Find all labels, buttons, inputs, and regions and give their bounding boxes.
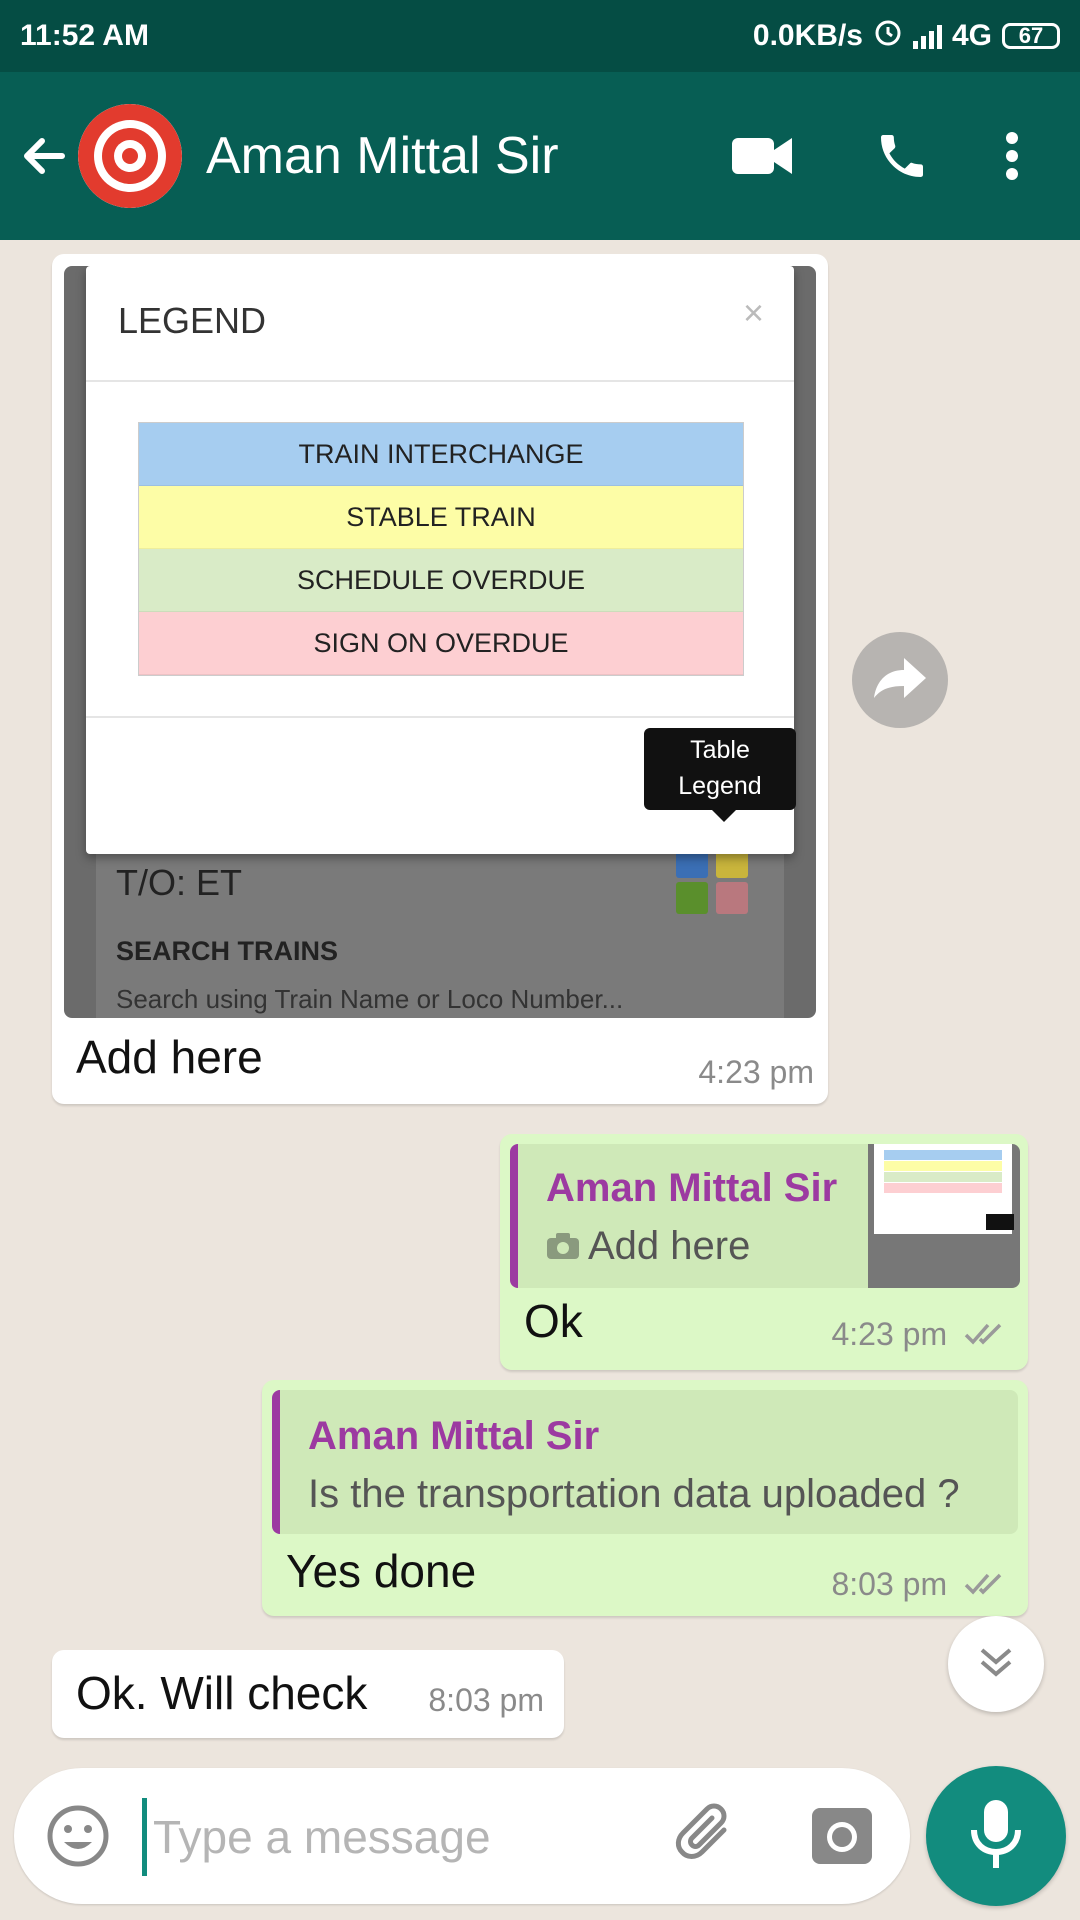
divider — [86, 380, 794, 382]
legend-table: TRAIN INTERCHANGE STABLE TRAIN SCHEDULE … — [138, 422, 744, 676]
forward-icon — [872, 656, 928, 705]
camera-icon[interactable] — [810, 1804, 874, 1873]
quote-thumbnail — [868, 1144, 1020, 1288]
attachment-icon[interactable] — [674, 1802, 744, 1877]
shared-image[interactable]: T/O: ET SEARCH TRAINS Search using Train… — [64, 266, 816, 1018]
outgoing-message[interactable]: Aman Mittal Sir Add here Ok 4:23 pm — [500, 1134, 1028, 1370]
quote-text: Add here — [588, 1224, 751, 1268]
message-text: Yes done — [286, 1545, 477, 1597]
back-arrow-icon[interactable] — [18, 130, 70, 182]
quoted-message[interactable]: Aman Mittal Sir Add here — [510, 1144, 1020, 1288]
double-check-icon — [964, 1318, 1008, 1355]
message-time: 4:23 pm — [831, 1316, 1008, 1355]
message-time-label: 4:23 pm — [831, 1316, 948, 1352]
alarm-icon — [873, 17, 903, 55]
message-time-label: 8:03 pm — [831, 1566, 948, 1602]
status-time: 11:52 AM — [20, 19, 149, 52]
double-check-icon — [964, 1568, 1008, 1605]
outgoing-message[interactable]: Aman Mittal Sir Is the transportation da… — [262, 1380, 1028, 1616]
chat-area[interactable]: T/O: ET SEARCH TRAINS Search using Train… — [0, 240, 1080, 1760]
tooltip-line: Legend — [678, 772, 762, 800]
status-bar: 11:52 AM 0.0KB/s 4G 67 — [0, 0, 1080, 72]
video-call-icon[interactable] — [712, 134, 812, 178]
quoted-message[interactable]: Aman Mittal Sir Is the transportation da… — [272, 1390, 1018, 1534]
network-type: 4G — [951, 19, 992, 52]
quote-text: Is the transportation data uploaded ? — [308, 1472, 960, 1516]
color-squares — [670, 846, 756, 918]
incoming-image-message[interactable]: T/O: ET SEARCH TRAINS Search using Train… — [52, 254, 828, 1104]
status-indicators: 0.0KB/s 4G 67 — [753, 17, 1060, 55]
camera-icon — [546, 1232, 580, 1265]
legend-row: SIGN ON OVERDUE — [139, 612, 743, 675]
tooltip-line: Table — [690, 736, 750, 764]
message-composer — [14, 1768, 910, 1904]
contact-name[interactable]: Aman Mittal Sir — [206, 126, 712, 186]
chat-header: Aman Mittal Sir — [0, 72, 1080, 240]
battery-icon: 67 — [1002, 23, 1060, 49]
image-search-label: SEARCH TRAINS — [116, 936, 339, 966]
image-caption: Add here — [76, 1031, 263, 1083]
emoji-icon[interactable] — [46, 1804, 110, 1873]
microphone-icon — [968, 1798, 1024, 1875]
signal-icon — [912, 23, 942, 49]
image-search-placeholder: Search using Train Name or Loco Number..… — [116, 984, 624, 1014]
avatar[interactable] — [78, 104, 182, 208]
legend-title: LEGEND — [118, 300, 267, 341]
close-icon: × — [742, 292, 764, 333]
network-speed: 0.0KB/s — [752, 19, 863, 52]
incoming-message[interactable]: Ok. Will check 8:03 pm — [52, 1650, 564, 1738]
forward-button[interactable] — [852, 632, 948, 728]
voice-record-button[interactable] — [926, 1766, 1066, 1906]
quote-author: Aman Mittal Sir — [546, 1166, 838, 1210]
quote-author: Aman Mittal Sir — [308, 1414, 600, 1458]
message-time: 8:03 pm — [831, 1566, 1008, 1605]
indian-railways-logo-icon — [78, 104, 182, 208]
tooltip: Table Legend — [644, 728, 796, 822]
scroll-to-bottom-button[interactable] — [948, 1616, 1044, 1712]
message-time: 4:23 pm — [698, 1054, 814, 1090]
legend-row: STABLE TRAIN — [139, 486, 743, 549]
phone-call-icon[interactable] — [852, 128, 952, 184]
message-text: Ok. Will check — [76, 1667, 368, 1719]
divider — [86, 716, 794, 718]
image-to-label: T/O: ET — [116, 862, 242, 903]
more-options-icon[interactable] — [962, 130, 1062, 182]
legend-row: SCHEDULE OVERDUE — [139, 549, 743, 612]
message-text: Ok — [524, 1295, 583, 1347]
double-chevron-down-icon — [976, 1642, 1016, 1687]
legend-row: TRAIN INTERCHANGE — [139, 423, 743, 486]
message-time: 8:03 pm — [428, 1682, 544, 1718]
battery-level: 67 — [1018, 23, 1044, 48]
message-input[interactable] — [142, 1798, 675, 1876]
